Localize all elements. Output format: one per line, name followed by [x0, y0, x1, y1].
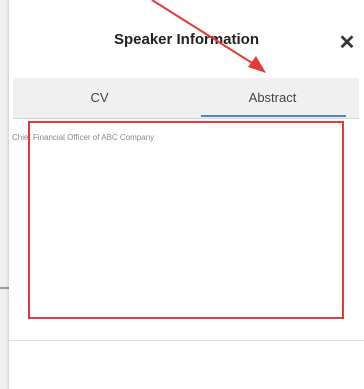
tab-abstract[interactable]: Abstract — [186, 78, 359, 118]
footer-divider — [9, 340, 364, 341]
modal-title: Speaker Information — [113, 31, 260, 48]
modal-header: Speaker Information ✕ — [9, 0, 364, 78]
tab-bar: CV Abstract — [13, 78, 359, 119]
active-tab-indicator — [201, 115, 346, 117]
close-icon[interactable]: ✕ — [338, 32, 356, 54]
tab-cv[interactable]: CV — [13, 78, 186, 118]
annotation-highlight-box — [28, 121, 344, 319]
